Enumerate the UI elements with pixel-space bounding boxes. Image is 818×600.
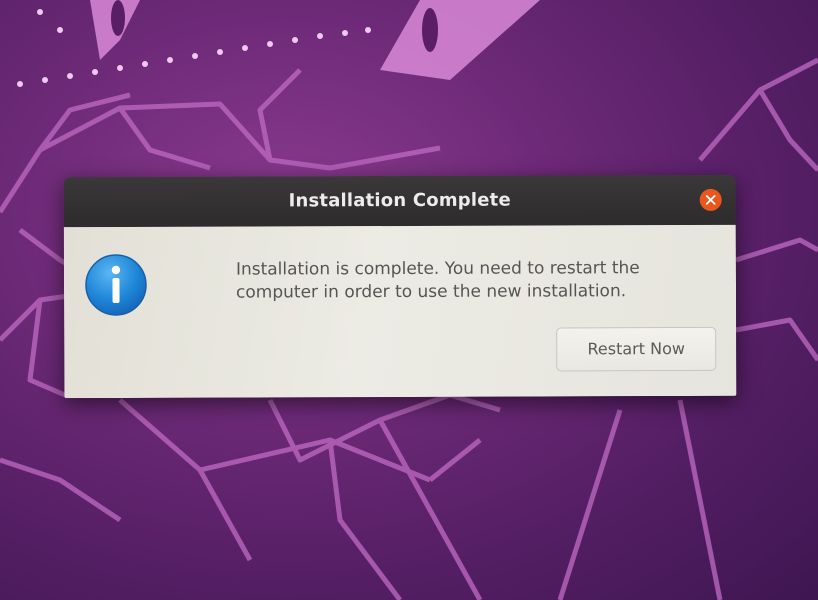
dialog-title: Installation Complete bbox=[288, 189, 511, 212]
close-button[interactable] bbox=[699, 188, 722, 211]
dialog-message: Installation is complete. You need to re… bbox=[236, 257, 706, 305]
message-line-2: computer in order to use the new install… bbox=[235, 281, 627, 303]
dialog-content: Installation is complete. You need to re… bbox=[63, 224, 737, 399]
restart-now-button[interactable]: Restart Now bbox=[556, 326, 717, 372]
info-icon bbox=[85, 254, 147, 316]
close-icon bbox=[705, 195, 716, 205]
message-line-1: Installation is complete. You need to re… bbox=[235, 258, 640, 280]
installation-complete-dialog: Installation Complete Installation is co… bbox=[63, 174, 737, 399]
dialog-titlebar: Installation Complete bbox=[63, 174, 736, 228]
